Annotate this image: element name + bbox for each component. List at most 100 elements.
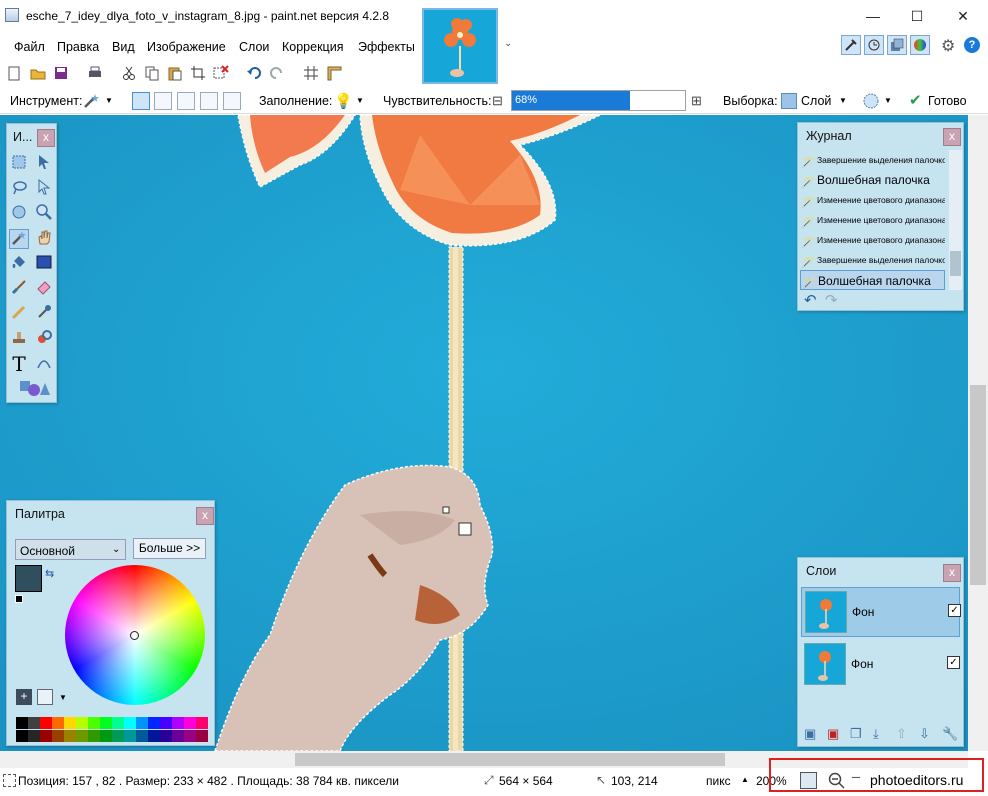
add-layer-icon[interactable]: ▣ <box>804 726 816 742</box>
layers-panel-close-button[interactable]: x <box>943 564 961 582</box>
merge-layer-down-icon[interactable]: ⤓ <box>873 726 879 742</box>
history-item[interactable]: 🪄 Изменение цветового диапазона <box>800 210 945 230</box>
more-colors-button[interactable]: Больше >> <box>133 538 206 559</box>
vertical-scrollbar-thumb[interactable] <box>970 385 986 585</box>
colors-window-toggle-icon[interactable] <box>910 35 930 55</box>
layer-row[interactable]: Фон ✓ <box>801 587 961 637</box>
maximize-button[interactable]: ☐ <box>894 0 940 32</box>
palette-swatch[interactable] <box>76 717 88 729</box>
image-tab-thumbnail[interactable] <box>422 8 498 84</box>
palette-mode-select[interactable]: Основной ⌄ <box>15 539 126 560</box>
tool-dropdown-chevron-icon[interactable]: ▼ <box>105 96 113 105</box>
text-tool-icon[interactable]: T <box>9 354 29 374</box>
selection-mode-intersect[interactable] <box>200 92 218 110</box>
color-picker-icon[interactable] <box>34 304 54 324</box>
palette-swatch[interactable] <box>16 717 28 729</box>
sampling-chevron-icon[interactable]: ▼ <box>884 96 892 105</box>
menu-file[interactable]: Файл <box>14 40 45 54</box>
recolor-icon[interactable] <box>34 329 54 349</box>
fill-dropdown-chevron-icon[interactable]: ▼ <box>356 96 364 105</box>
history-item[interactable]: 🪄 Изменение цветового диапазона <box>800 230 945 250</box>
gradient-icon[interactable] <box>34 254 54 274</box>
selection-mode-exclude[interactable] <box>177 92 195 110</box>
palette-swatch[interactable] <box>196 717 208 729</box>
line-curve-icon[interactable] <box>34 354 54 374</box>
palette-swatch[interactable] <box>40 730 52 742</box>
palette-swatch[interactable] <box>184 717 196 729</box>
palette-swatch[interactable] <box>100 717 112 729</box>
undo-icon[interactable] <box>246 65 262 81</box>
palette-swatch[interactable] <box>124 730 136 742</box>
layer-visibility-checkbox[interactable]: ✓ <box>948 604 961 617</box>
rulers-icon[interactable] <box>326 65 342 81</box>
layer-visibility-checkbox[interactable]: ✓ <box>947 656 960 669</box>
eraser-icon[interactable] <box>34 279 54 299</box>
palette-swatch[interactable] <box>172 730 184 742</box>
ellipse-select-icon[interactable] <box>9 204 29 224</box>
palette-menu-chevron-icon[interactable]: ▼ <box>59 693 67 702</box>
history-item[interactable]: 🪄 Завершение выделения палочкой <box>800 150 945 170</box>
crop-to-selection-icon[interactable] <box>190 65 206 81</box>
primary-color-swatch[interactable] <box>15 565 42 592</box>
palette-swatch[interactable] <box>136 730 148 742</box>
clone-stamp-icon[interactable] <box>9 329 29 349</box>
shapes-icon[interactable] <box>17 379 51 399</box>
duplicate-layer-icon[interactable]: ❐ <box>850 726 862 742</box>
checkmark-icon[interactable]: ✔ <box>909 91 922 109</box>
paint-bucket-icon[interactable] <box>9 254 29 274</box>
history-item-selected[interactable]: 🪄 Волшебная палочка <box>800 270 945 290</box>
palette-swatch[interactable] <box>148 730 160 742</box>
close-button[interactable]: ✕ <box>940 0 986 32</box>
history-item[interactable]: 🪄 Завершение выделения палочкой <box>800 250 945 270</box>
palette-swatch[interactable] <box>28 717 40 729</box>
layers-window-toggle-icon[interactable] <box>887 35 907 55</box>
history-redo-icon[interactable]: ↷ <box>825 291 838 309</box>
move-selection-icon[interactable] <box>34 178 54 199</box>
chevron-down-icon[interactable]: ⌄ <box>504 38 512 49</box>
horizontal-scrollbar-thumb[interactable] <box>295 753 725 766</box>
layer-properties-icon[interactable]: 🔧 <box>942 726 958 742</box>
palette-swatch[interactable] <box>172 717 184 729</box>
palette-swatch[interactable] <box>52 717 64 729</box>
color-wheel-picker-handle[interactable] <box>130 631 139 640</box>
help-icon[interactable]: ? <box>964 37 980 53</box>
open-folder-icon[interactable] <box>30 65 46 81</box>
palette-swatch[interactable] <box>124 717 136 729</box>
selection-mode-replace[interactable] <box>132 92 150 110</box>
history-undo-icon[interactable]: ↶ <box>804 291 817 309</box>
menu-adjustments[interactable]: Коррекция <box>282 40 343 54</box>
selection-mode-union[interactable] <box>154 92 172 110</box>
pan-hand-icon[interactable] <box>34 229 54 249</box>
tools-panel-close-button[interactable]: x <box>37 129 55 147</box>
palette-swatch[interactable] <box>184 730 196 742</box>
sensitivity-decrease-button[interactable]: ⊟ <box>492 93 503 109</box>
delete-layer-icon[interactable]: ▣ <box>827 726 839 742</box>
swap-colors-icon[interactable]: ⇆ <box>45 567 54 580</box>
move-layer-down-icon[interactable]: ⇩ <box>919 726 930 742</box>
zoom-icon[interactable] <box>34 204 54 224</box>
rectangle-select-icon[interactable] <box>9 154 29 174</box>
selection-mode-invert[interactable] <box>223 92 241 110</box>
units-select[interactable]: пикс <box>706 774 731 788</box>
grid-icon[interactable] <box>303 65 319 81</box>
magic-wand-tool-icon[interactable] <box>9 229 29 249</box>
deselect-icon[interactable] <box>213 65 229 81</box>
reset-colors-icon[interactable] <box>15 595 23 603</box>
menu-effects[interactable]: Эффекты <box>358 40 415 54</box>
palette-swatch[interactable] <box>160 717 172 729</box>
flood-mode-icon[interactable]: 💡 <box>334 92 353 110</box>
history-scrollbar-thumb[interactable] <box>950 251 961 276</box>
new-file-icon[interactable] <box>6 65 22 81</box>
history-panel-close-button[interactable]: x <box>943 128 961 146</box>
minimize-button[interactable]: — <box>850 0 896 32</box>
move-layer-up-icon[interactable]: ⇧ <box>896 726 907 742</box>
palette-swatch[interactable] <box>100 730 112 742</box>
copy-icon[interactable] <box>144 65 160 81</box>
palette-swatch[interactable] <box>196 730 208 742</box>
selection-source-chevron-icon[interactable]: ▼ <box>839 96 847 105</box>
magic-wand-icon[interactable] <box>83 93 101 109</box>
palette-swatches[interactable] <box>16 717 208 743</box>
history-item[interactable]: 🪄 Изменение цветового диапазона <box>800 190 945 210</box>
sensitivity-slider[interactable]: 68% <box>511 90 686 111</box>
history-window-toggle-icon[interactable] <box>864 35 884 55</box>
